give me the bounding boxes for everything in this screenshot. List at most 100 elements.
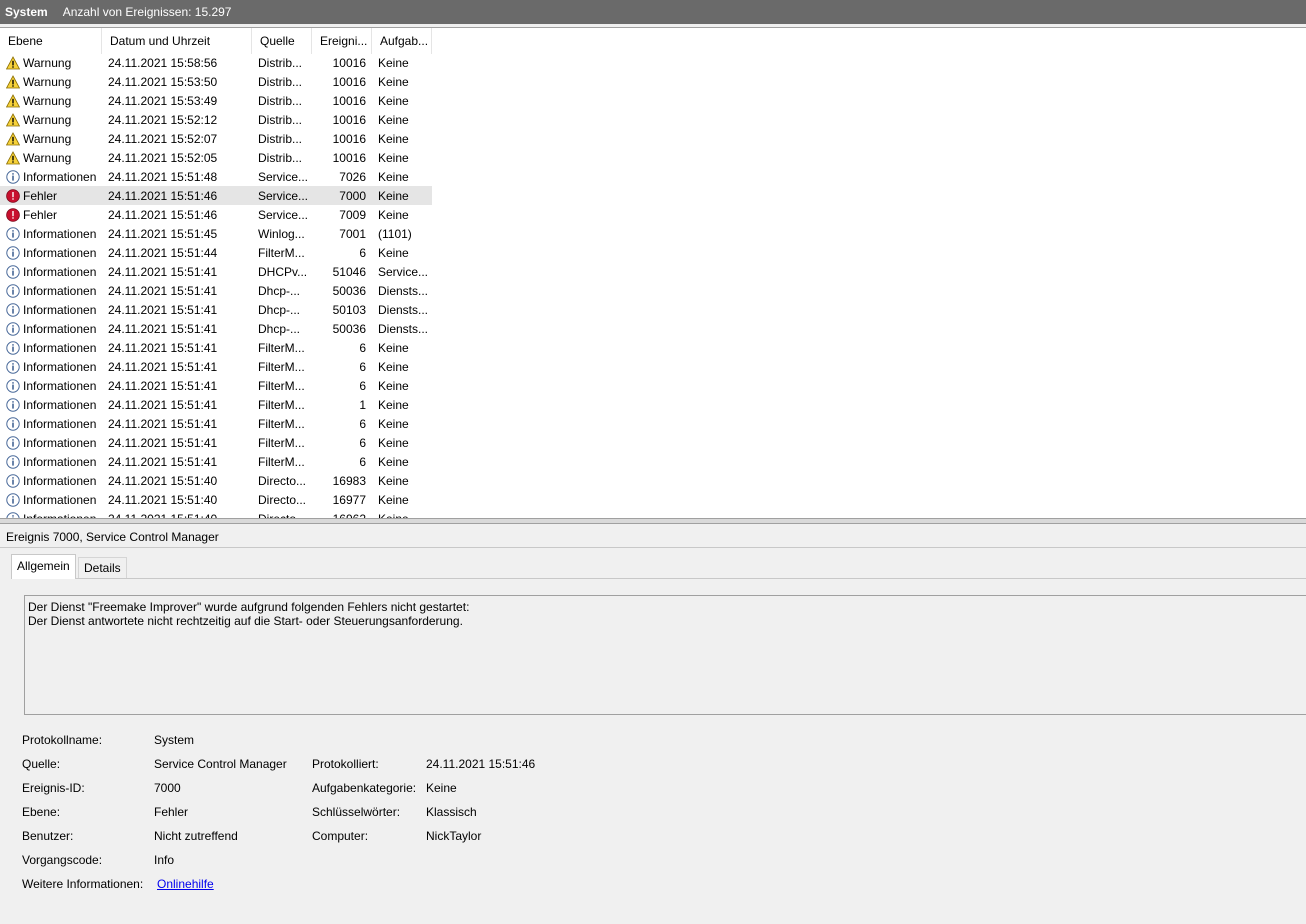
event-id: 10016 (332, 150, 366, 165)
event-id: 7001 (339, 226, 366, 241)
event-source: Service... (258, 188, 309, 203)
event-source: Distrib... (258, 112, 303, 127)
label-computer: Computer: (312, 829, 369, 843)
info-icon (6, 378, 20, 393)
event-row[interactable]: Informationen 24.11.2021 15:51:41 DHCPv...… (0, 262, 432, 281)
info-icon (6, 492, 20, 507)
event-source: FilterM... (258, 378, 305, 393)
event-row[interactable]: Informationen 24.11.2021 15:51:41 Dhcp-...… (0, 319, 432, 338)
event-row[interactable]: Informationen 24.11.2021 15:51:41 FilterM.… (0, 395, 432, 414)
event-level-text: Warnung (23, 74, 72, 89)
event-level-text: Informationen (23, 169, 97, 184)
message-line-1: Der Dienst "Freemake Improver" wurde auf… (28, 600, 470, 614)
label-ebene: Ebene: (22, 805, 61, 819)
info-icon (6, 416, 20, 431)
event-level: Informationen (0, 341, 102, 355)
event-source: FilterM... (258, 340, 305, 355)
event-level: Informationen (0, 398, 102, 412)
pane-splitter[interactable] (0, 518, 1306, 524)
info-icon (6, 340, 20, 355)
event-date: 24.11.2021 15:51:41 (108, 397, 218, 412)
event-id: 10016 (332, 55, 366, 70)
label-protokolliert: Protokolliert: (312, 757, 379, 771)
event-row[interactable]: Fehler 24.11.2021 15:51:46 Service... 7009 K… (0, 205, 432, 224)
event-date: 24.11.2021 15:51:40 (108, 473, 218, 488)
event-id: 7026 (339, 169, 366, 184)
tab-general[interactable]: Allgemein (11, 554, 76, 579)
event-source: Service... (258, 207, 309, 222)
event-level: Warnung (0, 94, 102, 108)
event-row[interactable]: Informationen 24.11.2021 15:51:41 FilterM.… (0, 414, 432, 433)
value-ebene: Fehler (154, 805, 189, 819)
value-protokollname: System (154, 733, 195, 747)
event-source: FilterM... (258, 416, 305, 431)
event-row[interactable]: Informationen 24.11.2021 15:51:41 Dhcp-...… (0, 300, 432, 319)
event-row[interactable]: Informationen 24.11.2021 15:51:41 FilterM.… (0, 338, 432, 357)
event-level-text: Warnung (23, 150, 72, 165)
event-id: 6 (359, 245, 366, 260)
event-id: 7000 (339, 188, 366, 203)
event-list[interactable]: Ebene Datum und Uhrzeit Quelle Ereigni..… (0, 27, 1306, 519)
event-level-text: Informationen (23, 416, 97, 431)
event-row[interactable]: Warnung 24.11.2021 15:53:49 Distrib... 1001… (0, 91, 432, 110)
warning-icon (6, 55, 20, 70)
event-row[interactable]: Informationen 24.11.2021 15:51:41 Dhcp-...… (0, 281, 432, 300)
event-row[interactable]: Informationen 24.11.2021 15:51:40 Directo.… (0, 471, 432, 490)
column-header-event-id[interactable]: Ereigni... (312, 28, 372, 54)
column-header-task-category[interactable]: Aufgab... (372, 28, 432, 54)
event-source: Distrib... (258, 131, 303, 146)
column-header-level[interactable]: Ebene (0, 28, 102, 54)
event-level: Informationen (0, 436, 102, 450)
event-row[interactable]: Informationen 24.11.2021 15:51:45 Winlog..… (0, 224, 432, 243)
event-row[interactable]: Warnung 24.11.2021 15:58:56 Distrib... 1001… (0, 53, 432, 72)
event-row[interactable]: Informationen 24.11.2021 15:51:40 Directo.… (0, 490, 432, 509)
event-level: Informationen (0, 379, 102, 393)
event-date: 24.11.2021 15:53:49 (108, 93, 218, 108)
event-row[interactable]: Informationen 24.11.2021 15:51:41 FilterM.… (0, 433, 432, 452)
event-row[interactable]: Informationen 24.11.2021 15:51:41 FilterM.… (0, 357, 432, 376)
event-level: Warnung (0, 132, 102, 146)
column-header-source[interactable]: Quelle (252, 28, 312, 54)
event-task: Keine (378, 131, 409, 146)
column-header-date[interactable]: Datum und Uhrzeit (102, 28, 252, 54)
label-aufgabenkategorie: Aufgabenkategorie: (312, 781, 417, 795)
detail-title: Ereignis 7000, Service Control Manager (6, 530, 219, 544)
event-task: Keine (378, 378, 409, 393)
event-message-box[interactable]: Der Dienst "Freemake Improver" wurde auf… (24, 595, 1306, 715)
event-source: Directo... (258, 492, 307, 507)
label-weitere-informationen: Weitere Informationen: (22, 877, 144, 891)
event-level: Informationen (0, 303, 102, 317)
event-row[interactable]: Informationen 24.11.2021 15:51:41 FilterM.… (0, 452, 432, 471)
value-computer: NickTaylor (426, 829, 482, 843)
message-line-2: Der Dienst antwortete nicht rechtzeitig … (28, 614, 463, 628)
event-task: Keine (378, 454, 409, 469)
event-row[interactable]: Fehler 24.11.2021 15:51:46 Service... 7000 K… (0, 186, 432, 205)
label-quelle: Quelle: (22, 757, 61, 771)
event-level: Informationen (0, 474, 102, 488)
event-row[interactable]: Warnung 24.11.2021 15:52:12 Distrib... 1001… (0, 110, 432, 129)
online-help-link[interactable]: Onlinehilfe (157, 877, 214, 891)
event-row[interactable]: Informationen 24.11.2021 15:51:41 FilterM.… (0, 376, 432, 395)
event-row[interactable]: Warnung 24.11.2021 15:52:05 Distrib... 1001… (0, 148, 432, 167)
event-level: Warnung (0, 113, 102, 127)
event-task: (1101) (378, 226, 412, 241)
info-icon (6, 169, 20, 184)
event-row[interactable]: Informationen 24.11.2021 15:51:44 FilterM.… (0, 243, 432, 262)
event-level: Informationen (0, 284, 102, 298)
event-source: Dhcp-... (258, 321, 301, 336)
event-level-text: Informationen (23, 340, 97, 355)
event-level-text: Warnung (23, 131, 72, 146)
event-task: Service... (378, 264, 429, 279)
event-row[interactable]: Warnung 24.11.2021 15:52:07 Distrib... 1001… (0, 129, 432, 148)
event-id: 6 (359, 378, 366, 393)
info-icon (6, 245, 20, 260)
event-rows: Warnung 24.11.2021 15:58:56 Distrib... 1001… (0, 53, 432, 519)
event-source: Directo... (258, 473, 307, 488)
event-level: Warnung (0, 56, 102, 70)
label-vorgangscode: Vorgangscode: (22, 853, 103, 867)
event-level-text: Warnung (23, 55, 72, 70)
event-row[interactable]: Informationen 24.11.2021 15:51:48 Service.… (0, 167, 432, 186)
event-row[interactable]: Warnung 24.11.2021 15:53:50 Distrib... 1001… (0, 72, 432, 91)
event-id: 10016 (332, 131, 366, 146)
tab-details[interactable]: Details (78, 557, 127, 578)
